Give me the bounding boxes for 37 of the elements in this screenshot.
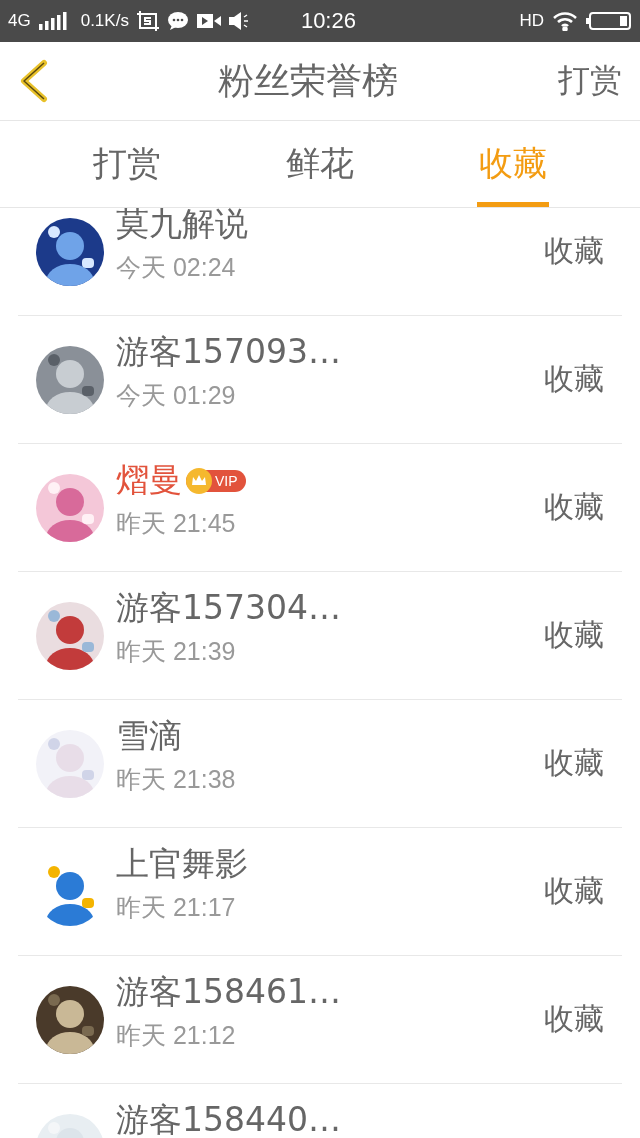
reward-button[interactable]: 打赏	[558, 59, 622, 103]
time-label: 今天 01:29	[116, 380, 237, 411]
time-label: 昨天 21:17	[116, 892, 237, 923]
vip-badge: VIP	[186, 469, 246, 492]
user-name: 游客158461…	[116, 971, 341, 1013]
time-label: 昨天 21:38	[116, 764, 237, 795]
page-title: 粉丝荣誉榜	[218, 58, 398, 103]
user-name: 莫九解说	[116, 208, 248, 245]
screenshot-icon	[136, 11, 159, 31]
user-name: 游客158440…	[116, 1099, 341, 1138]
network-speed: 0.1K/s	[80, 11, 129, 31]
tab[interactable]: 打赏	[90, 121, 163, 207]
favorite-button[interactable]: 收藏	[544, 871, 604, 912]
chat-icon	[166, 11, 189, 31]
favorite-button[interactable]: 收藏	[544, 615, 604, 656]
signal-icon	[38, 12, 67, 30]
user-name: 游客157304…	[116, 587, 341, 629]
user-name: 熠曼	[116, 459, 182, 501]
favorite-button[interactable]: 收藏	[544, 359, 604, 400]
time-label: 昨天 21:12	[116, 1020, 237, 1051]
hd-indicator: HD	[519, 11, 544, 31]
wifi-icon	[552, 11, 578, 31]
battery-icon	[586, 11, 632, 31]
time-label: 昨天 21:45	[116, 508, 237, 539]
video-icon	[196, 12, 221, 30]
favorite-button[interactable]: 收藏	[544, 999, 604, 1040]
clock: 10:26	[300, 8, 356, 34]
time-label: 昨天 21:39	[116, 636, 237, 667]
favorite-button[interactable]: 收藏	[544, 231, 604, 272]
tab[interactable]: 鲜花	[284, 121, 356, 207]
network-type: 4G	[8, 11, 31, 31]
favorite-button[interactable]: 收藏	[544, 487, 604, 528]
user-name: 游客157093…	[116, 331, 341, 373]
time-label: 今天 02:24	[116, 252, 237, 283]
user-name: 上官舞影	[116, 843, 248, 885]
favorite-button[interactable]: 收藏	[544, 743, 604, 784]
user-name: 雪滴	[116, 715, 182, 757]
